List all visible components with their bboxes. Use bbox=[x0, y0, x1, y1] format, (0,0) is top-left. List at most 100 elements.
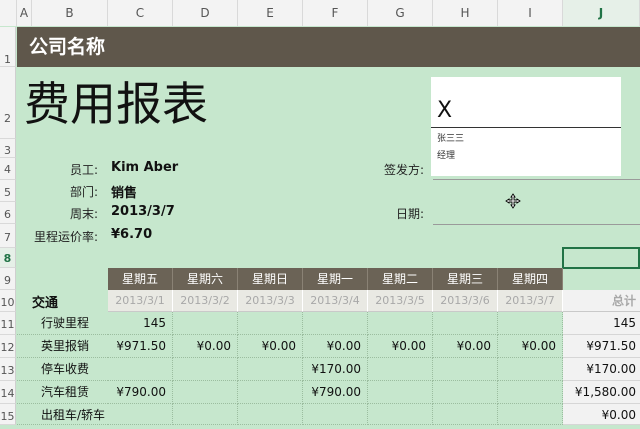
signature-line bbox=[431, 127, 621, 128]
department-label: 部门: bbox=[69, 185, 98, 199]
day-header-tue: 星期二 bbox=[368, 268, 433, 290]
table-cell[interactable] bbox=[238, 381, 303, 404]
table-cell[interactable]: 145 bbox=[108, 312, 173, 335]
employee-value[interactable]: Kim Aber bbox=[111, 160, 178, 175]
table-cell[interactable] bbox=[303, 312, 368, 335]
table-cell[interactable] bbox=[368, 404, 433, 425]
mileage-rate-value[interactable]: ¥6.70 bbox=[111, 227, 152, 242]
date-header: 2013/3/6 bbox=[433, 290, 498, 312]
row-header-6[interactable]: 6 bbox=[0, 202, 16, 224]
table-cell[interactable] bbox=[433, 404, 498, 425]
row-number: 15 bbox=[0, 410, 15, 423]
table-cell[interactable]: ¥0.00 bbox=[433, 335, 498, 358]
row-number: 4 bbox=[4, 163, 11, 176]
row-label-taxi[interactable]: 出租车/轿车 bbox=[17, 404, 108, 425]
column-header-f[interactable]: F bbox=[303, 0, 368, 26]
day-header-fri: 星期五 bbox=[108, 268, 173, 290]
selected-cell[interactable] bbox=[562, 247, 640, 269]
table-cell[interactable] bbox=[433, 358, 498, 381]
table-cell[interactable]: ¥790.00 bbox=[303, 381, 368, 404]
row-header-9[interactable]: 9 bbox=[0, 268, 16, 290]
table-cell[interactable]: ¥0.00 bbox=[498, 335, 563, 358]
table-cell[interactable]: ¥0.00 bbox=[238, 335, 303, 358]
row-header-10[interactable]: 10 bbox=[0, 290, 16, 312]
table-cell[interactable] bbox=[173, 404, 238, 425]
column-header-b[interactable]: B bbox=[32, 0, 108, 26]
table-cell[interactable]: ¥790.00 bbox=[108, 381, 173, 404]
row-label-parking[interactable]: 停车收费 bbox=[17, 358, 108, 381]
table-cell[interactable] bbox=[108, 404, 173, 425]
table-cell[interactable] bbox=[303, 404, 368, 425]
row-label-mileage[interactable]: 行驶里程 bbox=[17, 312, 108, 335]
department-value[interactable]: 销售 bbox=[111, 182, 137, 201]
table-cell[interactable] bbox=[498, 381, 563, 404]
table-cell[interactable] bbox=[108, 358, 173, 381]
table-cell[interactable] bbox=[498, 312, 563, 335]
date-label: 日期: bbox=[395, 207, 424, 221]
row-header-3[interactable]: 3 bbox=[0, 139, 16, 158]
table-cell[interactable] bbox=[173, 358, 238, 381]
table-cell[interactable] bbox=[173, 312, 238, 335]
date-header: 2013/3/3 bbox=[238, 290, 303, 312]
row-label-reimbursement[interactable]: 英里报销 bbox=[17, 335, 108, 358]
signer-name: 张三三 bbox=[437, 134, 465, 144]
row-number: 13 bbox=[0, 364, 15, 377]
row-total[interactable]: 145 bbox=[563, 312, 640, 335]
table-cell[interactable] bbox=[238, 358, 303, 381]
table-cell[interactable]: ¥971.50 bbox=[108, 335, 173, 358]
row-header-12[interactable]: 12 bbox=[0, 335, 16, 358]
row-header-4[interactable]: 4 bbox=[0, 158, 16, 180]
row-total[interactable]: ¥170.00 bbox=[563, 358, 640, 381]
row-total[interactable]: ¥971.50 bbox=[563, 335, 640, 358]
row-number: 14 bbox=[0, 387, 15, 400]
day-header-sat: 星期六 bbox=[173, 268, 238, 290]
column-header-g[interactable]: G bbox=[368, 0, 433, 26]
day-header-wed: 星期三 bbox=[433, 268, 498, 290]
row-header-14[interactable]: 14 bbox=[0, 381, 16, 404]
week-end-value[interactable]: 2013/3/7 bbox=[111, 204, 175, 219]
table-cell[interactable] bbox=[368, 312, 433, 335]
column-header-e[interactable]: E bbox=[238, 0, 303, 26]
row-header-1[interactable]: 1 bbox=[0, 27, 16, 67]
corner-select-all[interactable] bbox=[0, 0, 17, 26]
table-cell[interactable]: ¥0.00 bbox=[303, 335, 368, 358]
table-cell[interactable] bbox=[368, 358, 433, 381]
table-cell[interactable] bbox=[238, 312, 303, 335]
column-header-a[interactable]: A bbox=[17, 0, 32, 26]
row-total[interactable]: ¥0.00 bbox=[563, 404, 640, 425]
report-title[interactable]: 费用报表 bbox=[24, 78, 208, 130]
date-header: 2013/3/1 bbox=[108, 290, 173, 312]
column-header-i[interactable]: I bbox=[498, 0, 563, 26]
table-cell[interactable] bbox=[433, 381, 498, 404]
row-label-car-rental[interactable]: 汽车租赁 bbox=[17, 381, 108, 404]
row-header-5[interactable]: 5 bbox=[0, 180, 16, 202]
column-header-j[interactable]: J bbox=[563, 0, 640, 26]
table-cell[interactable]: ¥0.00 bbox=[173, 335, 238, 358]
row-header-2[interactable]: 2 bbox=[0, 67, 16, 139]
column-header-c[interactable]: C bbox=[108, 0, 173, 26]
row-number: 11 bbox=[0, 318, 15, 331]
row-header-11[interactable]: 11 bbox=[0, 312, 16, 335]
date-underline bbox=[433, 224, 640, 225]
row-header-8[interactable]: 8 bbox=[0, 248, 16, 268]
table-cell[interactable]: ¥170.00 bbox=[303, 358, 368, 381]
row-header-15[interactable]: 15 bbox=[0, 404, 16, 425]
move-cursor-icon bbox=[505, 193, 521, 213]
table-cell[interactable] bbox=[173, 381, 238, 404]
row-total[interactable]: ¥1,580.00 bbox=[563, 381, 640, 404]
table-cell[interactable] bbox=[498, 404, 563, 425]
column-header-h[interactable]: H bbox=[433, 0, 498, 26]
table-cell[interactable] bbox=[238, 404, 303, 425]
row-header-13[interactable]: 13 bbox=[0, 358, 16, 381]
table-cell[interactable] bbox=[368, 381, 433, 404]
table-cell[interactable] bbox=[498, 358, 563, 381]
row-header-7[interactable]: 7 bbox=[0, 224, 16, 248]
table-cell[interactable] bbox=[433, 312, 498, 335]
date-header: 2013/3/2 bbox=[173, 290, 238, 312]
signer-role: 经理 bbox=[437, 151, 456, 161]
section-label[interactable]: 交通 bbox=[32, 292, 58, 311]
table-cell[interactable]: ¥0.00 bbox=[368, 335, 433, 358]
date-header: 2013/3/7 bbox=[498, 290, 563, 312]
company-name-banner[interactable]: 公司名称 bbox=[17, 27, 640, 67]
column-header-d[interactable]: D bbox=[173, 0, 238, 26]
